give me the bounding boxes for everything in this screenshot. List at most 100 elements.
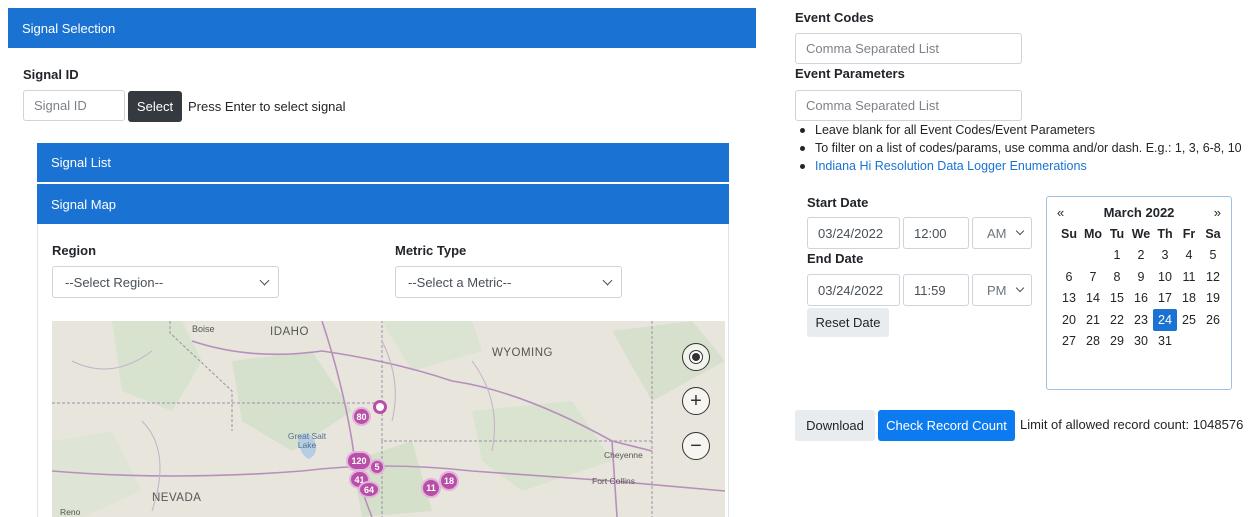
end-ampm-select[interactable]: PM <box>972 274 1032 306</box>
calendar-empty-cell <box>1057 245 1081 267</box>
calendar-day[interactable]: 26 <box>1201 309 1225 331</box>
signal-list-title: Signal List <box>51 155 111 170</box>
map-label-great-salt-lake: Great Salt Lake <box>287 431 327 450</box>
signal-list-header[interactable]: Signal List <box>37 143 729 182</box>
map-label-reno: Reno <box>60 507 81 517</box>
calendar-empty-cell <box>1081 245 1105 267</box>
event-codes-input[interactable]: Comma Separated List <box>795 33 1022 64</box>
calendar-day[interactable]: 3 <box>1153 245 1177 267</box>
calendar-day[interactable]: 31 <box>1153 331 1177 353</box>
start-date-input[interactable]: 03/24/2022 <box>807 217 900 249</box>
map-marker[interactable] <box>373 400 387 414</box>
map-label-fort-collins: Fort Collins <box>592 476 635 486</box>
check-record-count-button[interactable]: Check Record Count <box>878 410 1015 441</box>
event-parameters-input[interactable]: Comma Separated List <box>795 90 1022 121</box>
reset-date-button[interactable]: Reset Date <box>807 308 889 337</box>
map-label-nevada: NEVADA <box>152 492 202 504</box>
minus-circle-icon[interactable]: − <box>682 432 710 460</box>
map-label-cheyenne: Cheyenne <box>604 450 643 460</box>
prev-month-icon[interactable]: « <box>1057 205 1064 220</box>
metric-select-value: --Select a Metric-- <box>408 274 512 290</box>
calendar-day[interactable]: 27 <box>1057 331 1081 353</box>
map-label-boise: Boise <box>192 324 215 334</box>
calendar-day[interactable]: 4 <box>1177 245 1201 267</box>
chevron-down-icon <box>259 275 270 285</box>
start-time-input[interactable]: 12:00 <box>903 217 969 249</box>
signal-map-title: Signal Map <box>51 196 117 212</box>
chevron-down-icon <box>1015 283 1025 293</box>
map-label-idaho: IDAHO <box>270 326 309 338</box>
event-parameters-label: Event Parameters <box>795 66 905 81</box>
calendar-day[interactable]: 19 <box>1201 288 1225 310</box>
signal-map-header[interactable]: Signal Map <box>37 184 729 224</box>
calendar-day[interactable]: 21 <box>1081 309 1105 331</box>
next-month-icon[interactable]: » <box>1214 205 1221 220</box>
calendar-weekday: We <box>1131 226 1151 241</box>
calendar-header: « March 2022 » <box>1047 197 1231 223</box>
end-ampm-value: PM <box>987 282 1007 298</box>
chevron-down-icon <box>1015 226 1025 236</box>
calendar-weekday: Fr <box>1182 226 1196 241</box>
calendar-day-selected[interactable]: 24 <box>1153 309 1177 331</box>
record-limit-text: Limit of allowed record count: 1048576 <box>1020 417 1244 432</box>
calendar-day[interactable]: 20 <box>1057 309 1081 331</box>
signal-id-input[interactable]: Signal ID <box>23 90 125 121</box>
calendar-empty-cell <box>1177 331 1201 353</box>
map-cluster[interactable]: 11 <box>421 478 441 498</box>
calendar-day[interactable]: 9 <box>1129 266 1153 288</box>
signal-map[interactable]: Boise IDAHO WYOMING Great Salt Lake Chey… <box>52 321 725 517</box>
calendar-day[interactable]: 10 <box>1153 266 1177 288</box>
map-cluster[interactable]: 5 <box>369 459 385 475</box>
end-time-input[interactable]: 11:59 <box>903 274 969 306</box>
calendar-day[interactable]: 16 <box>1129 288 1153 310</box>
calendar-day[interactable]: 23 <box>1129 309 1153 331</box>
calendar-day[interactable]: 8 <box>1105 266 1129 288</box>
calendar-day[interactable]: 6 <box>1057 266 1081 288</box>
select-signal-button[interactable]: Select <box>128 91 182 122</box>
metric-type-select[interactable]: --Select a Metric-- <box>395 266 622 298</box>
calendar-day[interactable]: 11 <box>1177 266 1201 288</box>
metric-type-label: Metric Type <box>395 243 467 258</box>
calendar-day[interactable]: 28 <box>1081 331 1105 353</box>
end-date-label: End Date <box>807 251 864 266</box>
locate-icon[interactable] <box>682 343 710 371</box>
region-select[interactable]: --Select Region-- <box>52 266 279 298</box>
map-cluster[interactable]: 64 <box>358 481 380 498</box>
calendar-day[interactable]: 18 <box>1177 288 1201 310</box>
calendar-day[interactable]: 29 <box>1105 331 1129 353</box>
calendar-day[interactable]: 14 <box>1081 288 1105 310</box>
event-codes-label: Event Codes <box>795 10 874 25</box>
calendar-month-title: March 2022 <box>1103 204 1175 220</box>
calendar-day[interactable]: 2 <box>1129 245 1153 267</box>
chevron-down-icon <box>602 275 613 285</box>
calendar-weekday: Sa <box>1205 226 1221 241</box>
map-terrain <box>52 321 725 517</box>
download-button[interactable]: Download <box>795 410 875 441</box>
map-label-wyoming: WYOMING <box>492 347 553 359</box>
calendar-day[interactable]: 12 <box>1201 266 1225 288</box>
calendar-day[interactable]: 17 <box>1153 288 1177 310</box>
plus-circle-icon[interactable]: + <box>682 387 710 415</box>
start-date-label: Start Date <box>807 195 869 210</box>
end-date-input[interactable]: 03/24/2022 <box>807 274 900 306</box>
calendar-day[interactable]: 13 <box>1057 288 1081 310</box>
calendar-day[interactable]: 25 <box>1177 309 1201 331</box>
calendar-grid: Su Mo Tu We Th Fr Sa 1 2 3 4 5 6 7 8 9 10 11 12 13 14 15 16 17 1… <box>1047 223 1231 352</box>
enumerations-link[interactable]: Indiana Hi Resolution Data Logger Enumer… <box>794 157 1242 175</box>
map-cluster[interactable]: 80 <box>352 407 371 426</box>
calendar-weekday: Tu <box>1109 226 1125 241</box>
calendar-empty-cell <box>1201 331 1225 353</box>
start-ampm-value: AM <box>987 225 1007 241</box>
calendar-weekday: Mo <box>1083 226 1103 241</box>
signal-selection-title: Signal Selection <box>22 20 116 36</box>
calendar-day[interactable]: 22 <box>1105 309 1129 331</box>
calendar-day[interactable]: 5 <box>1201 245 1225 267</box>
calendar-day[interactable]: 15 <box>1105 288 1129 310</box>
note-item: Leave blank for all Event Codes/Event Pa… <box>794 121 1242 139</box>
calendar-day[interactable]: 30 <box>1129 331 1153 353</box>
note-item: To filter on a list of codes/params, use… <box>794 139 1242 157</box>
calendar-day[interactable]: 7 <box>1081 266 1105 288</box>
start-ampm-select[interactable]: AM <box>972 217 1032 249</box>
calendar-day[interactable]: 1 <box>1105 245 1129 267</box>
map-cluster[interactable]: 18 <box>439 471 459 491</box>
